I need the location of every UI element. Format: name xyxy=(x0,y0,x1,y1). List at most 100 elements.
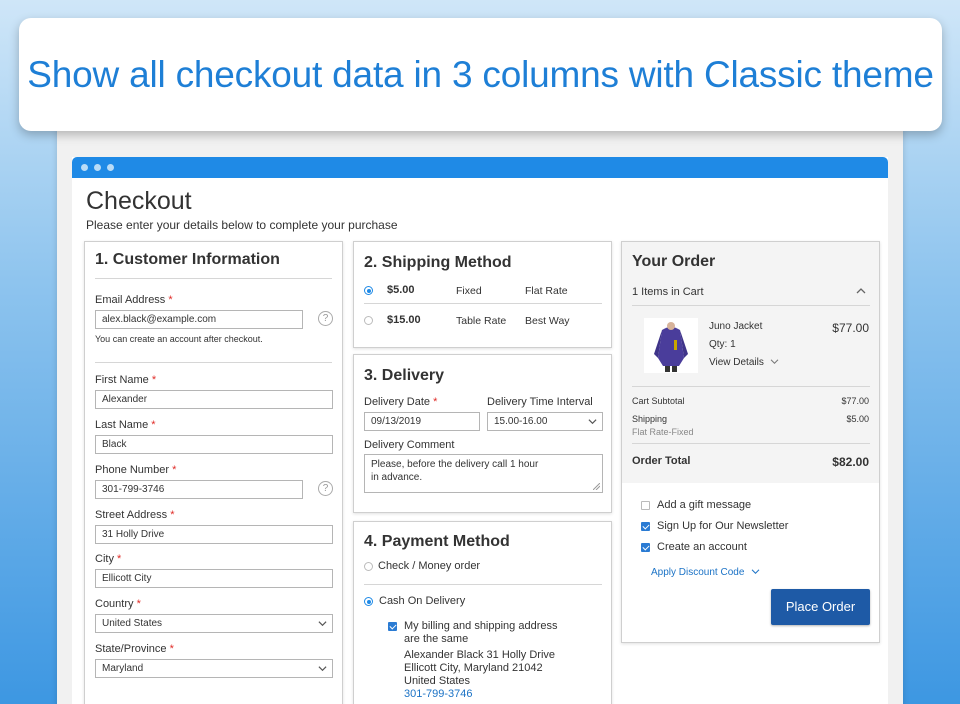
divider xyxy=(364,303,602,304)
chevron-down-icon xyxy=(751,569,760,574)
resize-handle-icon[interactable] xyxy=(593,483,600,490)
order-total-value: $82.00 xyxy=(832,455,869,469)
shipping-price: $15.00 xyxy=(387,314,421,326)
newsletter-checkbox[interactable] xyxy=(641,522,650,531)
shipping-sublabel: Flat Rate-Fixed xyxy=(632,427,694,437)
delivery-comment-label: Delivery Comment xyxy=(364,439,455,451)
banner-text: Show all checkout data in 3 columns with… xyxy=(27,53,934,95)
comment-line: in advance. xyxy=(371,472,423,483)
divider xyxy=(364,584,602,585)
delivery-date-label: Delivery Date * xyxy=(364,396,438,408)
newsletter-label: Sign Up for Our Newsletter xyxy=(657,520,789,532)
shipping-method: Fixed xyxy=(456,285,482,297)
divider xyxy=(632,386,870,387)
delivery-date-input[interactable]: 09/13/2019 xyxy=(364,412,480,431)
billing-phone-link[interactable]: 301-799-3746 xyxy=(404,688,555,701)
city-label: City * xyxy=(95,553,122,565)
street-input[interactable]: 31 Holly Drive xyxy=(95,525,333,544)
email-input[interactable]: alex.black@example.com xyxy=(95,310,303,329)
browser-window: Checkout Please enter your details below… xyxy=(72,157,888,704)
window-titlebar xyxy=(72,157,888,178)
delivery-panel: 3. Delivery Delivery Date * 09/13/2019 D… xyxy=(353,354,612,513)
shipping-method: Table Rate xyxy=(456,315,507,327)
shipping-method-heading: 2. Shipping Method xyxy=(364,254,512,271)
order-summary-panel: Your Order 1 Items in Cart Juno Jacket Q… xyxy=(621,241,880,643)
phone-input[interactable]: 301-799-3746 xyxy=(95,480,303,499)
country-label: Country * xyxy=(95,598,141,610)
same-address-checkbox[interactable] xyxy=(388,622,397,631)
email-label: Email Address * xyxy=(95,294,173,306)
chevron-down-icon xyxy=(588,419,597,425)
delivery-heading: 3. Delivery xyxy=(364,367,445,384)
delivery-interval-label: Delivery Time Interval xyxy=(487,396,593,408)
divider xyxy=(95,278,332,279)
phone-label: Phone Number * xyxy=(95,464,177,476)
payment-option-radio[interactable] xyxy=(364,597,373,606)
shipping-option-radio[interactable] xyxy=(364,286,373,295)
city-input[interactable]: Ellicott City xyxy=(95,569,333,588)
view-details-link[interactable]: View Details xyxy=(709,357,779,368)
item-qty: Qty: 1 xyxy=(709,339,736,350)
payment-option-radio[interactable] xyxy=(364,562,373,571)
divider xyxy=(632,305,870,306)
first-name-label: First Name * xyxy=(95,374,157,386)
country-value: United States xyxy=(102,618,163,629)
last-name-label: Last Name * xyxy=(95,419,156,431)
instruction-banner: Show all checkout data in 3 columns with… xyxy=(19,18,942,131)
window-dot-icon xyxy=(107,164,114,171)
help-icon[interactable]: ? xyxy=(318,311,333,326)
create-account-label: Create an account xyxy=(657,541,747,553)
chevron-down-icon xyxy=(770,359,778,364)
delivery-comment-textarea[interactable]: Please, before the delivery call 1 hour … xyxy=(364,454,603,493)
order-total-label: Order Total xyxy=(632,455,691,467)
gift-message-checkbox[interactable] xyxy=(641,501,650,510)
create-account-checkbox[interactable] xyxy=(641,543,650,552)
shipping-label: Shipping xyxy=(632,414,668,424)
divider xyxy=(95,362,332,363)
shipping-carrier: Flat Rate xyxy=(525,285,568,297)
shipping-option-radio[interactable] xyxy=(364,316,373,325)
email-note: You can create an account after checkout… xyxy=(95,334,263,344)
last-name-input[interactable]: Black xyxy=(95,435,333,454)
same-address-label: My billing and shipping address are the … xyxy=(404,620,558,645)
page-subtitle: Please enter your details below to compl… xyxy=(86,218,398,232)
product-thumbnail xyxy=(644,318,698,373)
delivery-interval-value: 15.00-16.00 xyxy=(494,416,548,427)
shipping-carrier: Best Way xyxy=(525,315,570,327)
payment-option-label: Cash On Delivery xyxy=(379,595,466,607)
subtotal-value: $77.00 xyxy=(841,396,869,406)
payment-method-heading: 4. Payment Method xyxy=(364,533,510,550)
street-label: Street Address * xyxy=(95,509,175,521)
shipping-value: $5.00 xyxy=(846,414,869,424)
window-dot-icon xyxy=(94,164,101,171)
customer-information-panel: 1. Customer Information Email Address * … xyxy=(84,241,343,704)
item-name: Juno Jacket xyxy=(709,321,763,332)
subtotal-label: Cart Subtotal xyxy=(632,396,685,406)
delivery-interval-select[interactable]: 15.00-16.00 xyxy=(487,412,603,431)
comment-line: Please, before the delivery call 1 hour xyxy=(371,459,539,470)
payment-option-label: Check / Money order xyxy=(378,560,481,572)
items-in-cart[interactable]: 1 Items in Cart xyxy=(632,286,704,298)
state-label: State/Province * xyxy=(95,643,174,655)
shipping-method-panel: 2. Shipping Method $5.00 Fixed Flat Rate… xyxy=(353,241,612,348)
state-select[interactable]: Maryland xyxy=(95,659,333,678)
shipping-price: $5.00 xyxy=(387,284,415,296)
apply-discount-link[interactable]: Apply Discount Code xyxy=(651,567,760,578)
window-dot-icon xyxy=(81,164,88,171)
chevron-down-icon xyxy=(318,621,327,627)
payment-method-panel: 4. Payment Method Check / Money order Ca… xyxy=(353,521,612,704)
customer-information-heading: 1. Customer Information xyxy=(95,251,280,268)
state-value: Maryland xyxy=(102,663,144,674)
help-icon[interactable]: ? xyxy=(318,481,333,496)
item-price: $77.00 xyxy=(832,321,869,335)
chevron-up-icon[interactable] xyxy=(856,287,866,295)
place-order-button[interactable]: Place Order xyxy=(771,589,870,625)
divider xyxy=(632,443,870,444)
gift-message-label: Add a gift message xyxy=(657,499,752,511)
country-select[interactable]: United States xyxy=(95,614,333,633)
first-name-input[interactable]: Alexander xyxy=(95,390,333,409)
page-title: Checkout xyxy=(86,187,192,215)
chevron-down-icon xyxy=(318,666,327,672)
order-summary-heading: Your Order xyxy=(632,253,716,270)
billing-address: Alexander Black 31 Holly Drive Ellicott … xyxy=(404,649,556,701)
